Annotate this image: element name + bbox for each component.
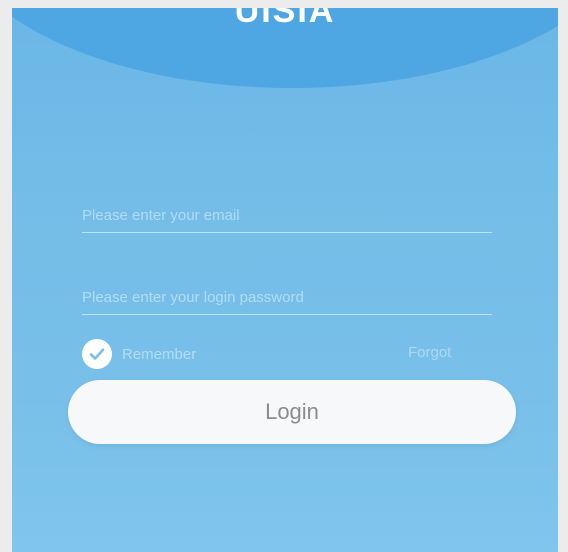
email-field[interactable] [82, 198, 492, 233]
checkmark-circle-icon[interactable] [82, 339, 112, 369]
remember-checkbox[interactable]: Remember [82, 338, 196, 370]
email-input[interactable] [82, 198, 492, 232]
login-button[interactable]: Login [68, 380, 516, 444]
remember-label: Remember [122, 345, 197, 363]
login-screen: UISIA Remember Forgot Login [12, 8, 558, 552]
app-title: UISIA [234, 8, 336, 30]
forgot-password-link[interactable]: Forgot [408, 344, 451, 361]
password-input[interactable] [82, 280, 492, 314]
password-field[interactable] [82, 280, 492, 315]
